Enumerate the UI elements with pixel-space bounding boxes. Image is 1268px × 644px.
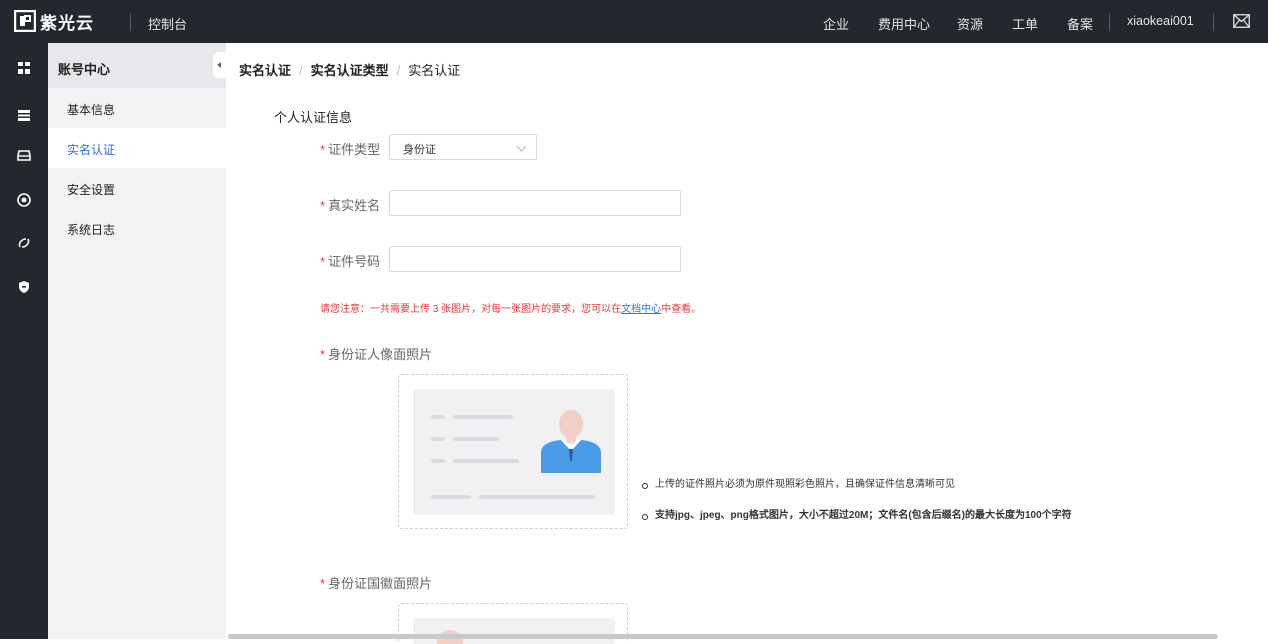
- tip-item: 上传的证件照片必须为原件现照彩色照片，且确保证件信息清晰可见: [641, 478, 1072, 492]
- id-card-front-placeholder: [413, 389, 615, 515]
- divider: [130, 13, 131, 31]
- upload-tips: 上传的证件照片必须为原件现照彩色照片，且确保证件信息清晰可见 支持jpg、jpe…: [641, 478, 1072, 540]
- chevron-down-icon: [516, 141, 527, 152]
- nav-filing[interactable]: 备案: [1067, 14, 1093, 33]
- id-number-input[interactable]: [389, 246, 681, 272]
- nav-resources[interactable]: 资源: [957, 14, 983, 33]
- network-icon[interactable]: [16, 235, 32, 251]
- tip-item: 支持jpg、jpeg、png格式图片，大小不超过20M；文件名(包含后缀名)的最…: [641, 509, 1072, 523]
- id-type-label: * 证件类型: [320, 142, 381, 157]
- real-name-input[interactable]: [389, 190, 681, 216]
- sidebar-item-real-name[interactable]: 实名认证: [48, 128, 226, 168]
- breadcrumb-item[interactable]: 实名认证类型: [311, 63, 389, 78]
- id-card-back-placeholder: [413, 618, 615, 644]
- sidebar-title: 账号中心: [48, 43, 226, 88]
- brand-name: 紫光云: [40, 13, 94, 33]
- sidebar-item-security[interactable]: 安全设置: [48, 168, 226, 208]
- grid-icon[interactable]: [16, 60, 32, 76]
- id-type-select[interactable]: 身份证: [389, 134, 537, 160]
- sidebar-item-logs[interactable]: 系统日志: [48, 208, 226, 248]
- security-icon[interactable]: [16, 192, 32, 208]
- required-mark: *: [320, 142, 326, 157]
- storage-icon[interactable]: [16, 147, 32, 163]
- id-type-value: 身份证: [403, 144, 436, 156]
- divider: [1109, 13, 1110, 31]
- required-mark: *: [320, 198, 326, 213]
- doc-center-link[interactable]: 文档中心: [621, 304, 661, 315]
- nav-tickets[interactable]: 工单: [1012, 14, 1038, 33]
- sidebar: 账号中心 基本信息 实名认证 安全设置 系统日志: [48, 43, 226, 639]
- person-icon: [541, 410, 601, 473]
- breadcrumb: 实名认证 / 实名认证类型 / 实名认证: [239, 63, 461, 78]
- nav-enterprise[interactable]: 企业: [823, 14, 849, 33]
- breadcrumb-item[interactable]: 实名认证: [239, 63, 291, 78]
- console-link[interactable]: 控制台: [148, 14, 187, 33]
- back-photo-label: * 身份证国徽面照片: [320, 576, 433, 591]
- front-photo-upload[interactable]: [398, 374, 628, 529]
- horizontal-scrollbar[interactable]: [228, 634, 1218, 639]
- real-name-label: * 真实姓名: [320, 198, 381, 213]
- breadcrumb-current: 实名认证: [408, 63, 461, 78]
- required-mark: *: [320, 254, 326, 269]
- divider: [1213, 13, 1214, 31]
- required-mark: *: [320, 347, 326, 362]
- mail-icon[interactable]: [1233, 14, 1250, 28]
- nav-billing[interactable]: 费用中心: [878, 14, 930, 33]
- server-icon[interactable]: [16, 107, 32, 123]
- shield-icon[interactable]: [16, 279, 32, 295]
- logo[interactable]: 紫光云: [14, 10, 94, 33]
- top-bar: 紫光云 控制台 企业 费用中心 资源 工单 备案 xiaokeai001: [0, 0, 1268, 43]
- front-photo-label: * 身份证人像面照片: [320, 347, 433, 362]
- sidebar-item-basic-info[interactable]: 基本信息: [48, 88, 226, 128]
- icon-rail: [0, 43, 48, 639]
- upload-notice: 请您注意：一共需要上传 3 张图片，对每一张图片的要求，您可以在文档中心中查看。: [320, 304, 702, 315]
- id-number-label: * 证件号码: [320, 254, 381, 269]
- section-title: 个人认证信息: [274, 110, 353, 125]
- collapse-sidebar-button[interactable]: [213, 52, 226, 78]
- required-mark: *: [320, 576, 326, 591]
- username[interactable]: xiaokeai001: [1127, 14, 1194, 28]
- logo-icon: [14, 10, 36, 32]
